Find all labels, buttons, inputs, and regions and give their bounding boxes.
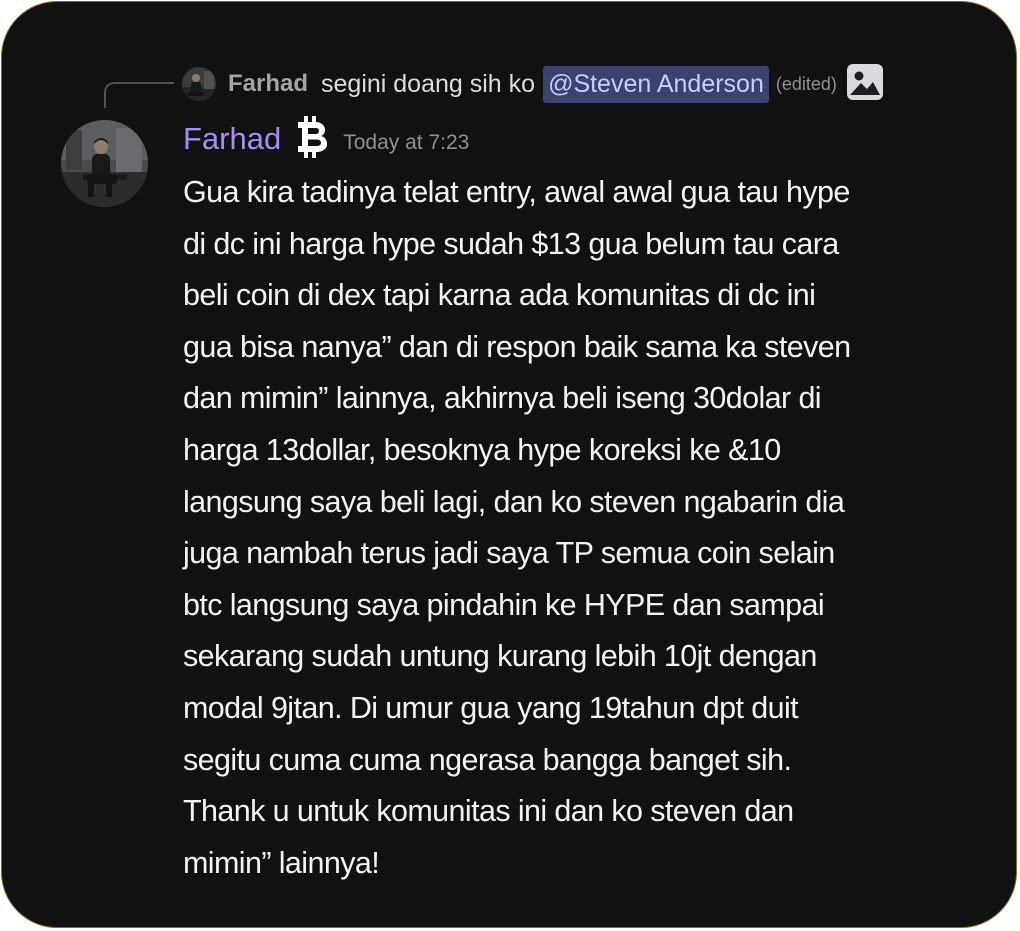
reply-connector-line [104, 82, 174, 108]
reply-author-name[interactable]: Farhad [228, 70, 308, 98]
message-card: Farhad segini doang sih ko @Steven Ander… [1, 1, 1017, 928]
reply-avatar[interactable] [182, 67, 216, 101]
reply-mention[interactable]: @Steven Anderson [543, 65, 769, 103]
reply-preview-text[interactable]: segini doang sih ko [321, 70, 535, 99]
author-name[interactable]: Farhad [183, 121, 281, 157]
image-icon [846, 63, 884, 106]
edited-label: (edited) [775, 73, 837, 94]
avatar[interactable] [61, 120, 148, 207]
message-header: Farhad Today at 7:23 [183, 115, 469, 164]
reply-reference[interactable]: Farhad segini doang sih ko @Steven Ander… [182, 62, 884, 106]
message-timestamp[interactable]: Today at 7:23 [343, 131, 469, 155]
message-content: Gua kira tadinya telat entry, awal awal … [183, 175, 851, 880]
bitcoin-icon[interactable] [295, 115, 343, 164]
